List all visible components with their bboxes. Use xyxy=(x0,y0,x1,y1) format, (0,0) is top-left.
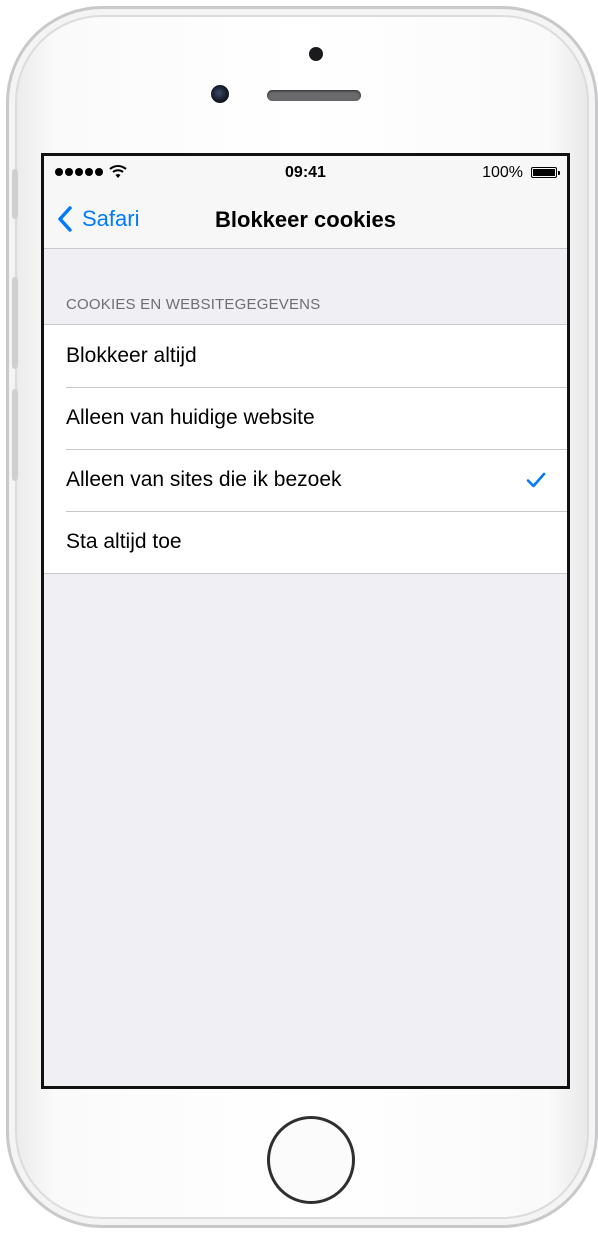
battery-percent: 100% xyxy=(482,164,523,181)
option-alleen-bezochte-sites[interactable]: Alleen van sites die ik bezoek xyxy=(44,449,567,511)
option-label: Sta altijd toe xyxy=(66,530,182,553)
cookie-options-list: Blokkeer altijd Alleen van huidige websi… xyxy=(44,324,567,574)
option-label: Alleen van sites die ik bezoek xyxy=(66,468,342,491)
page-title: Blokkeer cookies xyxy=(215,207,396,232)
proximity-sensor xyxy=(309,47,323,61)
option-label: Alleen van huidige website xyxy=(66,406,315,429)
volume-up-button xyxy=(12,277,18,369)
checkmark-icon xyxy=(526,472,546,488)
section-header: COOKIES EN WEBSITEGEGEVENS xyxy=(66,296,321,313)
navigation-bar: Safari Blokkeer cookies xyxy=(44,190,567,249)
option-alleen-huidige-website[interactable]: Alleen van huidige website xyxy=(44,387,567,449)
earpiece-speaker xyxy=(267,90,361,101)
home-button[interactable] xyxy=(267,1116,355,1204)
volume-down-button xyxy=(12,389,18,481)
option-label: Blokkeer altijd xyxy=(66,344,197,367)
screen: 09:41 100% Safari Blokkeer cookies COOKI… xyxy=(41,153,570,1089)
option-blokkeer-altijd[interactable]: Blokkeer altijd xyxy=(44,325,567,387)
front-camera xyxy=(211,85,229,103)
mute-switch xyxy=(12,169,18,219)
status-bar: 09:41 100% xyxy=(44,156,567,190)
battery-icon xyxy=(531,167,560,178)
option-sta-altijd-toe[interactable]: Sta altijd toe xyxy=(44,511,567,573)
